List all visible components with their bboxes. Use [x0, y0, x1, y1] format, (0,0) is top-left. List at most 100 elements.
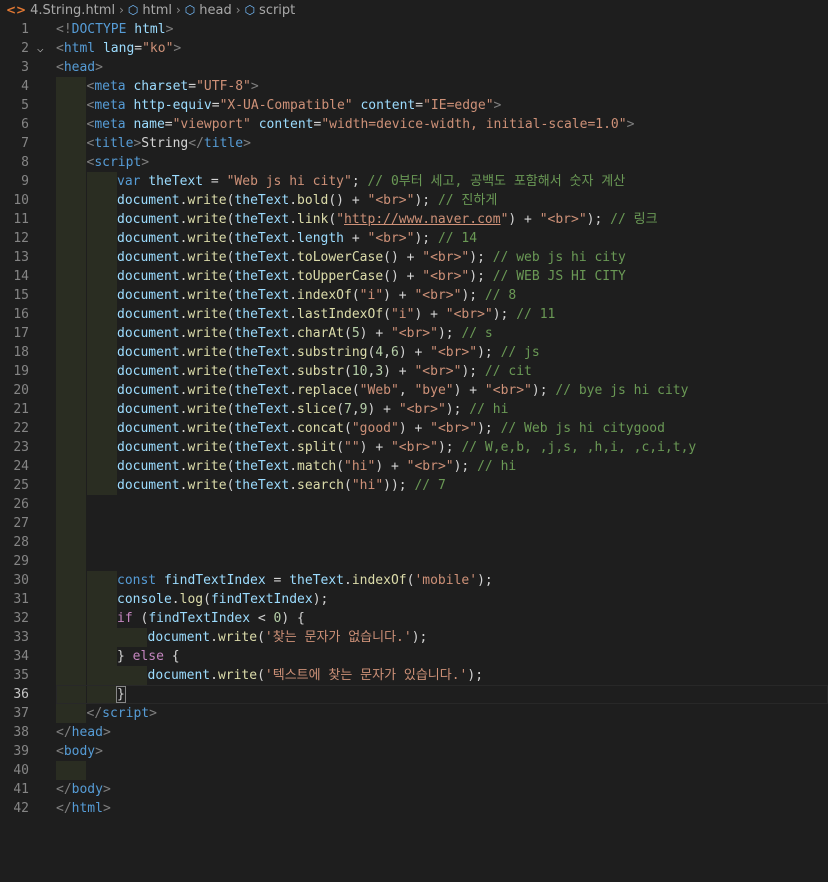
code-token: script: [94, 155, 142, 170]
indent-guide: [56, 761, 86, 780]
code-line[interactable]: 21 document.write(theText.slice(7,9) + "<…: [0, 400, 828, 419]
code-token: split: [297, 440, 337, 455]
indent-guide: [86, 362, 117, 381]
line-number: 24: [13, 459, 29, 474]
breadcrumb-html[interactable]: ⬡ html: [128, 3, 172, 18]
code-token: =: [265, 573, 290, 588]
code-token: "hi": [351, 478, 384, 493]
indent-guide: [56, 590, 86, 609]
code-line[interactable]: 39 <body>: [0, 742, 828, 761]
code-line[interactable]: 7 <title>String</title>: [0, 134, 828, 153]
code-line[interactable]: 17 document.write(theText.charAt(5) + "<b…: [0, 324, 828, 343]
code-line[interactable]: 41 </body>: [0, 780, 828, 799]
code-token: document: [117, 402, 180, 417]
code-token: title: [94, 136, 134, 151]
code-token: </: [188, 136, 204, 151]
code-line[interactable]: 36}: [0, 685, 828, 704]
code-line[interactable]: 18 document.write(theText.substring(4,6) …: [0, 343, 828, 362]
code-line[interactable]: 22 document.write(theText.concat("good") …: [0, 419, 828, 438]
line-number: 9: [21, 174, 29, 189]
line-number: 14: [13, 269, 29, 284]
code-text: <head>: [56, 58, 103, 77]
code-line[interactable]: 31 console.log(findTextIndex);: [0, 590, 828, 609]
code-text: document.write(theText.bold() + "<br>");…: [117, 191, 497, 210]
code-line[interactable]: 6 <meta name="viewport" content="width=de…: [0, 115, 828, 134]
code-line[interactable]: 12 document.write(theText.length + "<br>"…: [0, 229, 828, 248]
indent-guide: [56, 77, 86, 96]
code-text: const findTextIndex = theText.indexOf('m…: [117, 571, 493, 590]
code-line[interactable]: 15 document.write(theText.indexOf("i") + …: [0, 286, 828, 305]
code-token: log: [179, 592, 204, 607]
code-line[interactable]: 25 document.write(theText.search("hi")); …: [0, 476, 828, 495]
code-text: </html>: [56, 799, 111, 818]
code-token: // WEB JS HI CITY: [492, 269, 626, 284]
code-line[interactable]: 34} else {: [0, 647, 828, 666]
code-line[interactable]: 16 document.write(theText.lastIndexOf("i"…: [0, 305, 828, 324]
code-line[interactable]: 33 document.write('찾는 문자가 없습니다.');: [0, 628, 828, 647]
code-line[interactable]: 24 document.write(theText.match("hi") + "…: [0, 457, 828, 476]
code-token: theText: [234, 269, 290, 284]
code-token: =: [164, 117, 173, 132]
code-line[interactable]: 42 </html>: [0, 799, 828, 818]
code-text: document.write(theText.split("") + "<br>…: [117, 438, 696, 457]
line-number: 38: [13, 725, 29, 740]
code-token: 7: [344, 402, 352, 417]
code-editor[interactable]: 1 <!DOCTYPE html> 2 ⌵ <html lang="ko"> 3 <head…: [0, 20, 828, 818]
code-token: toLowerCase: [297, 250, 384, 265]
code-token: '텍스트에 찾는 문자가 있습니다.': [264, 668, 468, 683]
code-line[interactable]: 32 if (findTextIndex < 0) {: [0, 609, 828, 628]
breadcrumb-html-label: html: [142, 2, 172, 18]
indent-guide: [86, 457, 117, 476]
code-token: write: [187, 307, 227, 322]
code-line[interactable]: 11 document.write(theText.link("http://ww…: [0, 210, 828, 229]
breadcrumb: <> 4.String.html › ⬡ html › ⬡ head › ⬡ s…: [0, 0, 828, 20]
indent-guide: [56, 153, 86, 172]
code-line[interactable]: 9 var theText = "Web js hi city"; // 0부터 …: [0, 172, 828, 191]
code-line[interactable]: 23 document.write(theText.split("") + "<b…: [0, 438, 828, 457]
code-token: .: [289, 402, 298, 417]
code-line[interactable]: 37 </script>: [0, 704, 828, 723]
code-text: console.log(findTextIndex);: [117, 590, 328, 609]
code-text: <meta name="viewport" content="width=dev…: [87, 115, 635, 134]
code-line[interactable]: 19 document.write(theText.substr(10,3) + …: [0, 362, 828, 381]
code-token: );: [437, 326, 462, 341]
code-line[interactable]: 27: [0, 514, 828, 533]
code-token: theText: [234, 231, 290, 246]
code-token: <: [56, 60, 64, 75]
code-token: write: [187, 421, 227, 436]
breadcrumb-script-label: script: [259, 2, 296, 18]
code-line[interactable]: 1 <!DOCTYPE html>: [0, 20, 828, 39]
code-line[interactable]: 40: [0, 761, 828, 780]
code-line[interactable]: 28: [0, 533, 828, 552]
breadcrumb-script[interactable]: ⬡ script: [245, 3, 296, 18]
code-line[interactable]: 10 document.write(theText.bold() + "<br>"…: [0, 191, 828, 210]
code-line[interactable]: 3 <head>: [0, 58, 828, 77]
code-token: "<br>": [406, 459, 454, 474]
code-line[interactable]: 26: [0, 495, 828, 514]
code-line[interactable]: 14 document.write(theText.toUpperCase() +…: [0, 267, 828, 286]
code-token: lastIndexOf: [297, 307, 384, 322]
indent-guide: [56, 571, 86, 590]
code-token: "bye": [414, 383, 454, 398]
breadcrumb-head[interactable]: ⬡ head: [185, 3, 232, 18]
code-token: <: [56, 41, 64, 56]
code-token: ) +: [398, 421, 431, 436]
code-line[interactable]: 35 document.write('텍스트에 찾는 문자가 있습니다.');: [0, 666, 828, 685]
code-line[interactable]: 8 <script>: [0, 153, 828, 172]
fold-chevron-icon[interactable]: ⌵: [37, 39, 44, 58]
code-text: </script>: [87, 704, 157, 723]
code-token: write: [187, 383, 227, 398]
code-line[interactable]: 38 </head>: [0, 723, 828, 742]
code-line[interactable]: 2 ⌵ <html lang="ko">: [0, 39, 828, 58]
code-line[interactable]: 29: [0, 552, 828, 571]
indent-guide: [56, 115, 86, 134]
code-line[interactable]: 5 <meta http-equiv="X-UA-Compatible" cont…: [0, 96, 828, 115]
code-line[interactable]: 13 document.write(theText.toLowerCase() +…: [0, 248, 828, 267]
code-token: ) +: [383, 364, 415, 379]
code-line[interactable]: 30 const findTextIndex = theText.indexOf(…: [0, 571, 828, 590]
code-line[interactable]: 4 <meta charset="UTF-8">: [0, 77, 828, 96]
code-line[interactable]: 20 document.write(theText.replace("Web", …: [0, 381, 828, 400]
code-token: (: [344, 478, 352, 493]
indent-guide: [86, 191, 117, 210]
breadcrumb-file[interactable]: <> 4.String.html: [6, 3, 115, 18]
